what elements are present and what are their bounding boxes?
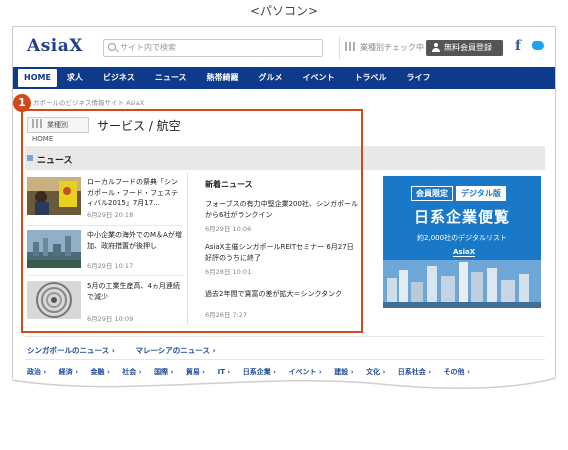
nav-item-event[interactable]: イベント xyxy=(293,67,345,89)
nav-item-jobs[interactable]: 求人 xyxy=(57,67,93,89)
search-input[interactable]: サイト内で検索 xyxy=(103,39,323,57)
divider xyxy=(25,336,545,337)
site-header: AsiaX サイト内で検索 業種別チェック中 無料会員登録 f xyxy=(13,27,555,67)
ad-tag-digital: デジタル版 xyxy=(456,186,506,201)
ad-subtitle: 約2,000社のデジタルリスト xyxy=(417,234,507,242)
divider xyxy=(25,359,545,360)
directory-ad-banner[interactable]: 会員限定 デジタル版 日系企業便覧 約2,000社のデジタルリスト AsiaX xyxy=(383,176,541,308)
nav-item-life[interactable]: ライフ xyxy=(397,67,441,89)
malaysia-news-link[interactable]: マレーシアのニュース › xyxy=(135,346,215,355)
ad-tag-members: 会員限定 xyxy=(411,186,453,201)
ad-title: 日系企業便覧 xyxy=(413,208,510,226)
torn-edge xyxy=(0,374,568,406)
breadcrumb[interactable]: ガポールのビジネス情報サイト AsiaX xyxy=(33,97,144,107)
highlight-box xyxy=(21,109,363,333)
nav-item-gourmet[interactable]: グルメ xyxy=(249,67,293,89)
device-caption: <パソコン> xyxy=(249,4,319,18)
header-divider xyxy=(339,37,340,59)
twitter-icon[interactable] xyxy=(531,39,545,51)
step-number-badge: 1 xyxy=(13,94,31,112)
register-label: 無料会員登録 xyxy=(444,43,492,52)
search-placeholder: サイト内で検索 xyxy=(120,43,176,52)
industry-check-link[interactable]: 業種別チェック中 xyxy=(345,42,424,53)
site-logo[interactable]: AsiaX xyxy=(27,36,83,56)
nav-item-news[interactable]: ニュース xyxy=(145,67,197,89)
singapore-news-link[interactable]: シンガポールのニュース › xyxy=(27,346,115,355)
facebook-icon[interactable]: f xyxy=(515,38,521,54)
nav-item-travel[interactable]: トラベル xyxy=(345,67,397,89)
nav-item-nettai[interactable]: 熱帯綺羅 xyxy=(197,67,249,89)
industry-check-label: 業種別チェック中 xyxy=(360,43,424,52)
browser-frame: AsiaX サイト内で検索 業種別チェック中 無料会員登録 f HOME 求人 … xyxy=(12,26,556,391)
search-icon xyxy=(108,43,116,51)
person-icon xyxy=(432,43,440,53)
ad-logo: AsiaX xyxy=(453,248,476,257)
ad-tags: 会員限定 デジタル版 xyxy=(411,186,509,201)
register-button[interactable]: 無料会員登録 xyxy=(426,40,503,56)
nav-item-business[interactable]: ビジネス xyxy=(93,67,145,89)
region-links: シンガポールのニュース › マレーシアのニュース › xyxy=(27,345,234,356)
main-nav: HOME 求人 ビジネス ニュース 熱帯綺羅 グルメ イベント トラベル ライフ xyxy=(13,67,555,89)
nav-item-home[interactable]: HOME xyxy=(18,69,57,87)
grid-icon xyxy=(345,42,357,51)
ad-skyline-image xyxy=(383,260,541,308)
